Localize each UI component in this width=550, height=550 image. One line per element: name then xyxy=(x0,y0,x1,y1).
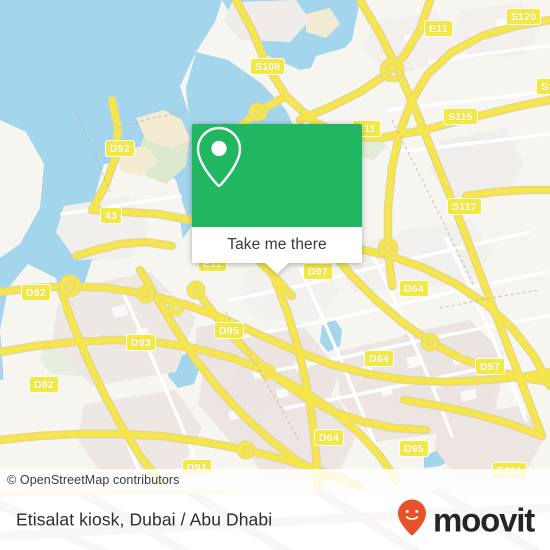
road-shield: S1 xyxy=(536,78,550,95)
road-shield: S115 xyxy=(443,108,478,125)
map-canvas[interactable]: E11 S120 S108 S115 S1 D92 E11 S117 43 E1… xyxy=(0,0,550,490)
popup-pointer xyxy=(264,262,290,274)
moovit-pin-smiley-icon xyxy=(397,499,427,542)
road-shield: D64 xyxy=(364,350,394,367)
take-me-there-label: Take me there xyxy=(227,236,327,253)
road-shield: D64 xyxy=(314,429,344,446)
road-shield: D92 xyxy=(105,140,135,157)
map-popup-card[interactable]: Take me there xyxy=(192,124,362,274)
footer-bar: Etisalat kiosk, Dubai / Abu Dhabi moovit xyxy=(0,490,550,550)
road-shield: D95 xyxy=(399,440,429,457)
moovit-map-screen: E11 S120 S108 S115 S1 D92 E11 S117 43 E1… xyxy=(0,0,550,550)
moovit-brand[interactable]: moovit xyxy=(397,499,535,542)
road-shield: D97 xyxy=(303,263,333,280)
road-shield: E11 xyxy=(424,20,453,37)
road-shield: D93 xyxy=(126,334,156,351)
road-shield: S117 xyxy=(447,198,482,215)
road-shield: S108 xyxy=(250,58,286,75)
place-title: Etisalat kiosk, Dubai / Abu Dhabi xyxy=(16,509,273,530)
road-shield: D82 xyxy=(29,376,59,393)
road-shield: 43 xyxy=(100,207,123,224)
map-attribution-bar: © OpenStreetMap contributors xyxy=(0,469,550,490)
road-shield: D95 xyxy=(214,322,244,339)
osm-attribution-text[interactable]: © OpenStreetMap contributors xyxy=(0,473,180,487)
popup-icon-panel xyxy=(192,124,362,227)
popup-action-panel[interactable]: Take me there xyxy=(192,227,362,263)
road-shield: D97 xyxy=(475,358,505,375)
moovit-wordmark: moovit xyxy=(433,501,535,539)
road-shield: D92 xyxy=(21,284,51,301)
road-shield: D64 xyxy=(399,280,429,297)
road-shield: S120 xyxy=(506,8,542,25)
